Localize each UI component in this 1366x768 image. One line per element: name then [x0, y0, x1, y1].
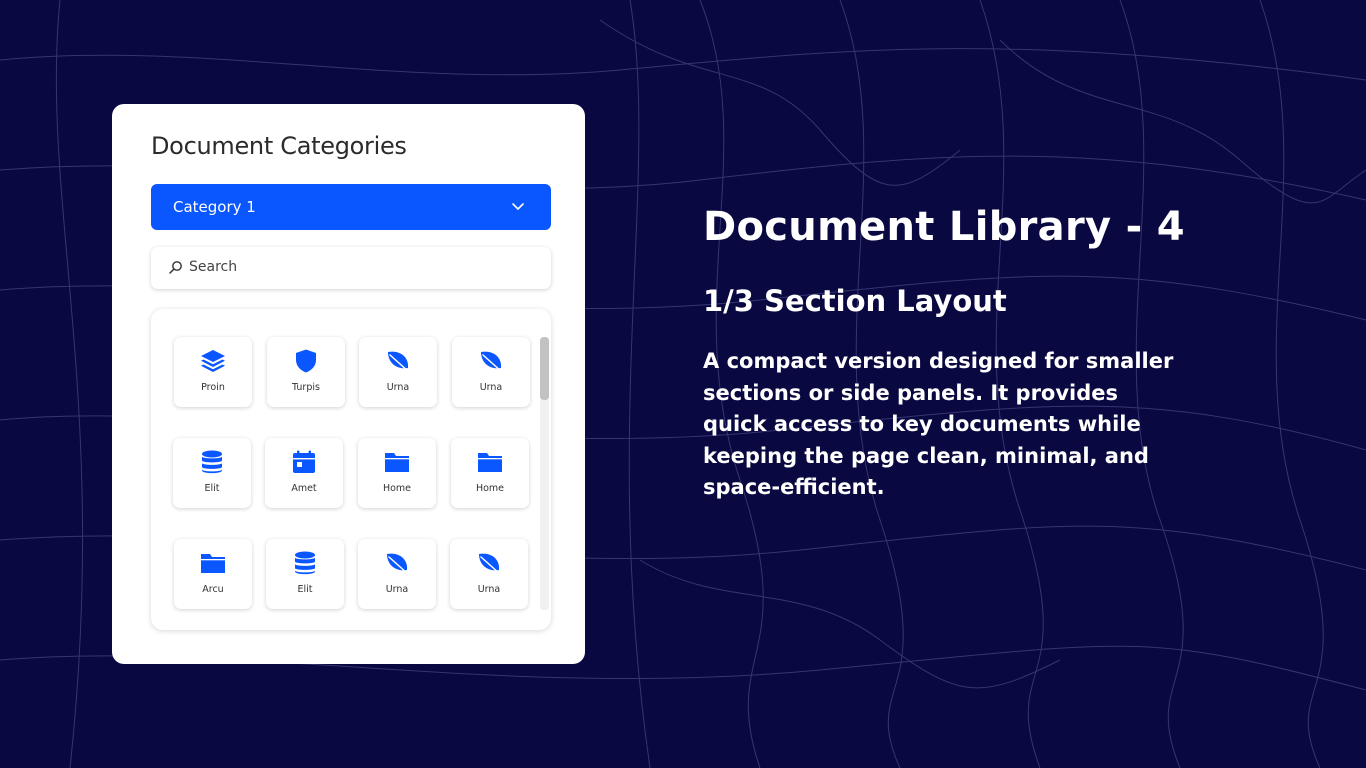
leaf-icon	[479, 553, 501, 575]
document-tile[interactable]: Urna	[450, 539, 528, 609]
leaf-icon	[387, 553, 409, 575]
document-tile[interactable]: Proin	[174, 337, 252, 407]
tile-label: Proin	[201, 382, 225, 393]
leaf-icon	[481, 351, 503, 373]
document-tile[interactable]: Elit	[266, 539, 344, 609]
document-tile[interactable]: Urna	[359, 337, 437, 407]
database-icon	[202, 450, 222, 474]
tile-label: Amet	[291, 483, 317, 494]
search-icon	[169, 261, 182, 274]
folder-icon	[385, 453, 409, 472]
card-title: Document Categories	[151, 132, 407, 160]
tile-label: Elit	[204, 483, 220, 494]
database-icon	[295, 551, 315, 575]
category-dropdown[interactable]: Category 1	[151, 184, 551, 230]
description: A compact version designed for smaller s…	[703, 349, 1174, 499]
document-tile[interactable]: Urna	[452, 337, 530, 407]
slide: Document Categories Category 1 Search Pr…	[0, 0, 1366, 768]
document-grid: Proin Turpis Urna Urna Elit Amet Home Ho…	[151, 309, 551, 630]
folder-icon	[201, 554, 225, 573]
shield-icon	[296, 349, 316, 373]
leaf-icon	[388, 351, 410, 373]
tile-label: Urna	[477, 584, 501, 595]
tile-label: Elit	[297, 584, 313, 595]
tile-label: Urna	[479, 382, 503, 393]
chevron-down-icon	[512, 203, 524, 210]
search-input[interactable]: Search	[151, 247, 551, 289]
document-tile[interactable]: Elit	[173, 438, 251, 508]
document-tile[interactable]: Turpis	[267, 337, 345, 407]
tile-label: Urna	[385, 584, 409, 595]
subheading: 1/3 Section Layout	[703, 284, 1007, 318]
category-dropdown-label: Category 1	[173, 198, 256, 216]
search-placeholder: Search	[189, 259, 238, 275]
document-tile[interactable]: Home	[358, 438, 436, 508]
folder-icon	[478, 453, 502, 472]
calendar-icon	[293, 450, 315, 473]
tile-label: Urna	[386, 382, 410, 393]
headline: Document Library - 4	[703, 204, 1185, 250]
tile-label: Home	[382, 483, 412, 494]
document-tile[interactable]: Arcu	[174, 539, 252, 609]
tile-label: Arcu	[202, 584, 224, 595]
document-tile[interactable]: Home	[451, 438, 529, 508]
tile-label: Turpis	[292, 382, 320, 393]
scrollbar-thumb[interactable]	[540, 337, 549, 400]
layers-icon	[201, 350, 225, 372]
tile-label: Home	[475, 483, 505, 494]
document-categories-card: Document Categories Category 1 Search Pr…	[112, 104, 585, 664]
document-tile[interactable]: Urna	[358, 539, 436, 609]
document-tile[interactable]: Amet	[265, 438, 343, 508]
